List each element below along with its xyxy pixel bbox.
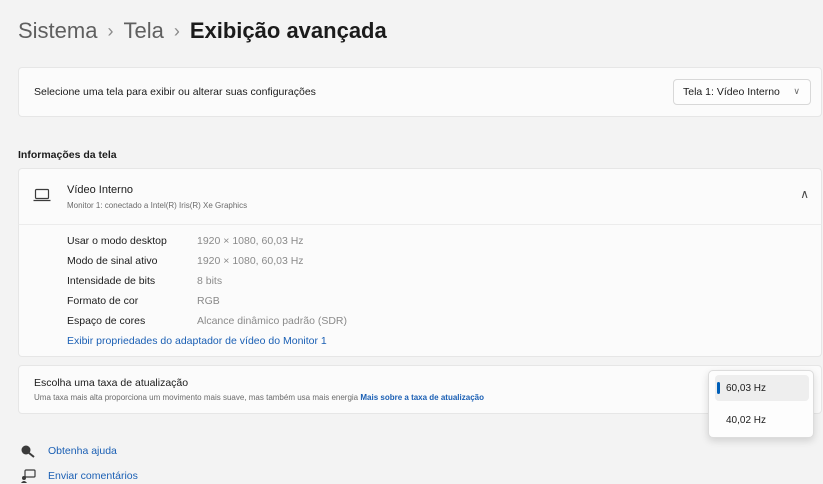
- adapter-properties-link[interactable]: Exibir propriedades do adaptador de víde…: [67, 335, 327, 347]
- monitor-name: Vídeo Interno: [67, 184, 134, 196]
- detail-key: Usar o modo desktop: [67, 235, 167, 247]
- display-dropdown-value: Tela 1: Vídeo Interno: [683, 86, 780, 98]
- refresh-option-selected[interactable]: 60,03 Hz: [715, 375, 809, 401]
- refresh-option-label: 40,02 Hz: [726, 414, 767, 426]
- detail-row: Usar o modo desktop 1920 × 1080, 60,03 H…: [67, 231, 347, 251]
- detail-key: Formato de cor: [67, 295, 139, 307]
- detail-value: RGB: [197, 295, 220, 307]
- detail-value: 1920 × 1080, 60,03 Hz: [197, 255, 304, 267]
- breadcrumb-tela[interactable]: Tela: [123, 18, 163, 44]
- refresh-rate-more-link[interactable]: Mais sobre a taxa de atualização: [360, 393, 484, 402]
- help-icon: [21, 445, 35, 458]
- display-select-label: Selecione uma tela para exibir ou altera…: [34, 86, 316, 98]
- breadcrumb: Sistema › Tela › Exibição avançada: [18, 18, 387, 44]
- monitor-details: Usar o modo desktop 1920 × 1080, 60,03 H…: [18, 224, 822, 357]
- refresh-rate-dropdown-menu: 60,03 Hz 40,02 Hz: [708, 370, 814, 438]
- section-title: Informações da tela: [18, 149, 117, 161]
- feedback-icon: [21, 469, 36, 483]
- breadcrumb-separator: ›: [173, 20, 180, 41]
- send-feedback-label: Enviar comentários: [48, 470, 138, 482]
- refresh-option-label: 60,03 Hz: [726, 382, 767, 394]
- refresh-rate-description-text: Uma taxa mais alta proporciona um movime…: [34, 393, 359, 402]
- display-select-card: Selecione uma tela para exibir ou altera…: [18, 67, 822, 117]
- detail-value: Alcance dinâmico padrão (SDR): [197, 315, 347, 327]
- selection-indicator: [717, 382, 720, 394]
- laptop-icon: [33, 188, 51, 202]
- display-dropdown[interactable]: Tela 1: Vídeo Interno ∨: [673, 79, 811, 105]
- detail-key: Espaço de cores: [67, 315, 146, 327]
- get-help-link[interactable]: Obtenha ajuda: [20, 444, 117, 458]
- detail-key: Intensidade de bits: [67, 275, 156, 287]
- get-help-label: Obtenha ajuda: [48, 445, 117, 457]
- chevron-up-icon[interactable]: ∧: [800, 187, 809, 201]
- refresh-rate-card: Escolha uma taxa de atualização Uma taxa…: [18, 365, 822, 414]
- monitor-subtitle: Monitor 1: conectado a Intel(R) Iris(R) …: [67, 201, 248, 210]
- detail-value: 8 bits: [197, 275, 223, 287]
- page-title: Exibição avançada: [189, 18, 387, 43]
- detail-row: Intensidade de bits 8 bits: [67, 271, 347, 291]
- refresh-rate-description: Uma taxa mais alta proporciona um movime…: [34, 393, 484, 402]
- send-feedback-link[interactable]: Enviar comentários: [20, 469, 138, 483]
- detail-row: Formato de cor RGB: [67, 291, 347, 311]
- chevron-down-icon: ∨: [793, 86, 800, 96]
- breadcrumb-sistema[interactable]: Sistema: [18, 18, 97, 44]
- refresh-rate-title: Escolha uma taxa de atualização: [34, 377, 189, 389]
- detail-row: Modo de sinal ativo 1920 × 1080, 60,03 H…: [67, 251, 347, 271]
- detail-row: Espaço de cores Alcance dinâmico padrão …: [67, 311, 347, 331]
- refresh-option[interactable]: 40,02 Hz: [715, 407, 809, 433]
- breadcrumb-separator: ›: [107, 20, 114, 41]
- monitor-header[interactable]: Vídeo Interno Monitor 1: conectado a Int…: [18, 168, 822, 224]
- detail-key: Modo de sinal ativo: [67, 255, 158, 267]
- detail-value: 1920 × 1080, 60,03 Hz: [197, 235, 304, 247]
